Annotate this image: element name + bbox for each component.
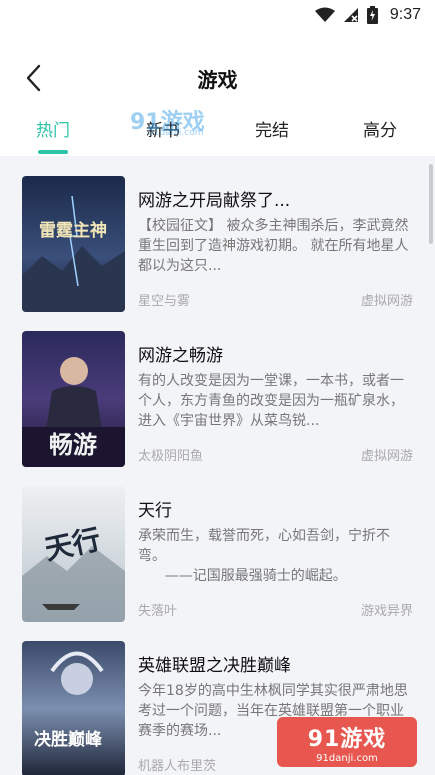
battery-icon bbox=[366, 6, 378, 24]
book-author: 失落叶 bbox=[138, 604, 178, 619]
watermark-badge: 91游戏 91danji.com bbox=[277, 717, 417, 767]
tab-hot[interactable]: 热门 bbox=[13, 116, 93, 141]
book-cover: 畅游 bbox=[22, 331, 125, 467]
book-item[interactable]: 雷霆主神 网游之开局献祭了... 【校园征文】 被众多主神围杀后，李武竟然重生回… bbox=[0, 156, 435, 312]
cover-title: 雷霆主神 bbox=[39, 220, 107, 241]
book-item[interactable]: 畅游 网游之畅游 有的人改变是因为一堂课，一本书，或者一个人，东方青鱼的改变是因… bbox=[0, 311, 435, 467]
book-cover: 天行 bbox=[22, 486, 125, 622]
tab-high-score[interactable]: 高分 bbox=[340, 116, 420, 141]
tab-new[interactable]: 新书 bbox=[123, 116, 203, 141]
book-tag: 虚拟网游 bbox=[360, 294, 413, 309]
cover-title: 畅游 bbox=[49, 430, 97, 459]
book-author: 星空与雾 bbox=[138, 294, 191, 309]
book-description: 承荣而生，载誉而死，心如吾剑，宁折不弯。 ——记国服最强骑士的崛起。 bbox=[138, 528, 390, 584]
book-author: 机器人布里茨 bbox=[138, 759, 217, 774]
book-cover: 雷霆主神 bbox=[22, 176, 125, 312]
book-tag: 游戏异界 bbox=[360, 604, 413, 619]
book-list[interactable]: 雷霆主神 网游之开局献祭了... 【校园征文】 被众多主神围杀后，李武竟然重生回… bbox=[0, 156, 435, 775]
header: 游戏 bbox=[0, 52, 435, 104]
watermark-badge-text: 91游戏 bbox=[307, 726, 387, 752]
status-bar: 9:37 bbox=[0, 0, 435, 30]
book-title: 网游之开局献祭了... bbox=[138, 191, 291, 211]
book-description: 有的人改变是因为一堂课，一本书，或者一个人，东方青鱼的改变是因为一瓶矿泉水，进入… bbox=[138, 373, 404, 429]
book-item[interactable]: 天行 天行 承荣而生，载誉而死，心如吾剑，宁折不弯。 ——记国服最强骑士的崛起。… bbox=[0, 466, 435, 622]
book-cover: 决胜巅峰 bbox=[22, 641, 125, 775]
wifi-icon bbox=[314, 7, 335, 23]
watermark-badge-sub: 91danji.com bbox=[316, 752, 378, 764]
cover-title: 决胜巅峰 bbox=[34, 729, 103, 750]
signal-icon bbox=[343, 7, 359, 23]
tab-indicator bbox=[38, 150, 68, 154]
book-tag: 虚拟网游 bbox=[360, 449, 413, 464]
page-title: 游戏 bbox=[197, 68, 238, 92]
book-title: 英雄联盟之决胜巅峰 bbox=[138, 656, 291, 676]
status-time: 9:37 bbox=[389, 6, 421, 23]
book-author: 太极阴阳鱼 bbox=[138, 449, 204, 464]
tab-completed[interactable]: 完结 bbox=[232, 116, 312, 141]
tab-bar: 热门 新书 完结 高分 bbox=[0, 110, 435, 156]
book-title: 天行 bbox=[138, 501, 172, 521]
book-description: 【校园征文】 被众多主神围杀后，李武竟然重生回到了造神游戏初期。 就在所有地星人… bbox=[138, 218, 409, 274]
book-title: 网游之畅游 bbox=[138, 346, 223, 366]
